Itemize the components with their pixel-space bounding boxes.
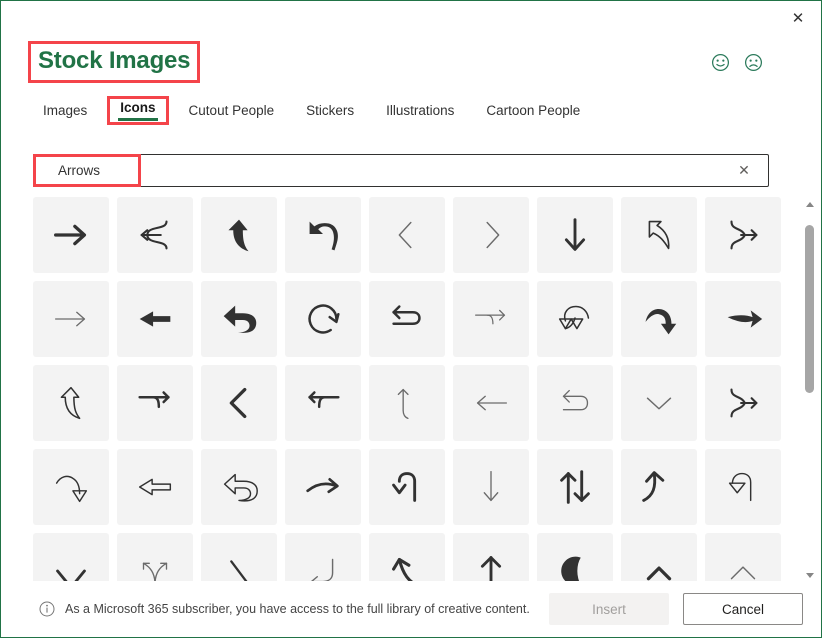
close-icon[interactable]: ✕ xyxy=(781,4,815,32)
icon-result-arrow-turn-right-thin[interactable] xyxy=(453,281,529,357)
icon-result-arrow-rotate-clockwise[interactable] xyxy=(285,281,361,357)
footer-note: As a Microsoft 365 subscriber, you have … xyxy=(39,601,530,617)
cancel-button[interactable]: Cancel xyxy=(683,593,803,625)
titlebar: ✕ xyxy=(1,1,821,35)
icon-result-arrow-loop-down-outline[interactable] xyxy=(537,281,613,357)
insert-button[interactable]: Insert xyxy=(549,593,669,625)
icon-result-arrow-up-curve-outline[interactable] xyxy=(33,365,109,441)
icon-result-arrow-circle-solid[interactable] xyxy=(537,533,613,582)
tab-stickers[interactable]: Stickers xyxy=(290,99,370,128)
icon-result-arrow-right-curved-bold[interactable] xyxy=(285,449,361,525)
smiley-sad-icon[interactable] xyxy=(744,53,763,72)
icon-results-grid xyxy=(33,197,793,582)
icon-result-arrow-both-curve-thin[interactable] xyxy=(117,533,193,582)
icon-result-arrow-turn-left-bold[interactable] xyxy=(285,365,361,441)
icon-result-arrow-loop-left-outline[interactable] xyxy=(705,449,781,525)
icon-result-arrow-turn-right-bold[interactable] xyxy=(117,365,193,441)
subscriber-note: As a Microsoft 365 subscriber, you have … xyxy=(65,602,530,616)
icon-result-arrow-merge-right-2[interactable] xyxy=(705,365,781,441)
icon-result-arrow-uturn-left[interactable] xyxy=(369,281,445,357)
icon-result-arrow-undo-solid[interactable] xyxy=(285,197,361,273)
dialog-header: Stock Images xyxy=(1,41,821,89)
icon-result-arrow-split-left[interactable] xyxy=(117,197,193,273)
scrollbar-track[interactable] xyxy=(802,211,817,568)
icon-result-arrow-right-thin[interactable] xyxy=(33,281,109,357)
scroll-up-icon[interactable] xyxy=(802,197,817,211)
icon-result-arrow-right-tapered[interactable] xyxy=(705,281,781,357)
results-scrollbar[interactable] xyxy=(802,197,817,582)
icon-result-arrow-diagonal-thin[interactable] xyxy=(201,533,277,582)
smiley-happy-icon[interactable] xyxy=(711,53,730,72)
icon-result-chevron-up-bold[interactable] xyxy=(621,533,697,582)
info-circle-icon xyxy=(39,601,55,617)
icon-result-arrow-curve-up-left-thin[interactable] xyxy=(369,365,445,441)
icon-result-arrow-down-thin[interactable] xyxy=(453,449,529,525)
icon-result-arrow-hook-down-thin[interactable] xyxy=(285,533,361,582)
feedback-group xyxy=(711,53,763,72)
stock-images-dialog: ✕ Stock Images Images Icons Cutout Peopl… xyxy=(0,0,822,638)
icon-result-arrow-up-left-outline[interactable] xyxy=(621,197,697,273)
icon-result-arrow-left-thin[interactable] xyxy=(453,365,529,441)
icon-result-chevron-left-thin[interactable] xyxy=(369,197,445,273)
tab-cutout-people[interactable]: Cutout People xyxy=(173,99,291,128)
icon-result-chevron-down-thin[interactable] xyxy=(621,365,697,441)
search-input[interactable] xyxy=(34,155,730,186)
scrollbar-thumb[interactable] xyxy=(805,225,814,394)
icon-result-arrow-merge-right[interactable] xyxy=(705,197,781,273)
page-title: Stock Images xyxy=(38,47,191,74)
tab-icons[interactable]: Icons xyxy=(107,96,169,125)
results-area xyxy=(33,197,793,582)
icon-result-arrow-up-down-bold[interactable] xyxy=(537,449,613,525)
clear-x-icon[interactable]: ✕ xyxy=(730,158,758,184)
icon-result-arrow-up-curved-bold[interactable] xyxy=(621,449,697,525)
icon-result-arrow-v-split-bold[interactable] xyxy=(33,533,109,582)
tab-cartoon-people[interactable]: Cartoon People xyxy=(470,99,596,128)
category-tabs: Images Icons Cutout People Stickers Illu… xyxy=(35,96,596,128)
icon-result-chevron-right-thin[interactable] xyxy=(453,197,529,273)
icon-result-arrow-left-outline[interactable] xyxy=(117,449,193,525)
icon-result-arrow-left-solid[interactable] xyxy=(117,281,193,357)
tab-illustrations[interactable]: Illustrations xyxy=(370,99,470,128)
icon-result-arrow-return-left-solid[interactable] xyxy=(201,281,277,357)
icon-result-arrow-right-thick[interactable] xyxy=(33,197,109,273)
scroll-down-icon[interactable] xyxy=(802,568,817,582)
icon-result-arrow-curve-down-solid[interactable] xyxy=(621,281,697,357)
search-box[interactable]: ✕ xyxy=(33,154,769,187)
icon-result-arrow-uturn-left-thin[interactable] xyxy=(537,365,613,441)
icon-result-arrow-uturn-down-left[interactable] xyxy=(369,449,445,525)
tab-images[interactable]: Images xyxy=(35,99,103,128)
icon-result-arrow-up-left-bold[interactable] xyxy=(369,533,445,582)
icon-result-chevron-left-bold[interactable] xyxy=(201,365,277,441)
page-title-annotation: Stock Images xyxy=(28,41,201,83)
icon-result-chevron-up-thin[interactable] xyxy=(705,533,781,582)
icon-result-arrow-down-bold[interactable] xyxy=(537,197,613,273)
dialog-footer: As a Microsoft 365 subscriber, you have … xyxy=(1,581,821,637)
search-row: ✕ xyxy=(33,154,769,187)
icon-result-arrow-up-curved-solid[interactable] xyxy=(201,197,277,273)
icon-result-arrow-curve-down-outline[interactable] xyxy=(33,449,109,525)
footer-buttons: Insert Cancel xyxy=(549,593,803,625)
icon-result-arrow-up-bold[interactable] xyxy=(453,533,529,582)
icon-result-arrow-return-left-outline[interactable] xyxy=(201,449,277,525)
